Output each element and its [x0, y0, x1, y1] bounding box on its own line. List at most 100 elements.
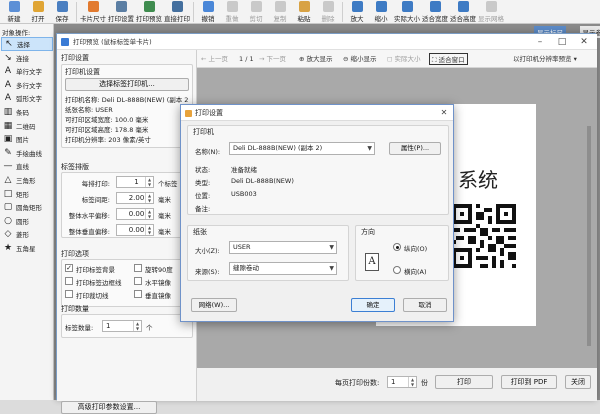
toolbar-button-8[interactable]: 重做: [220, 0, 244, 24]
type-label: 类型:: [195, 177, 210, 187]
minimize-icon[interactable]: –: [529, 34, 551, 50]
option-checkbox[interactable]: [65, 290, 73, 298]
maximize-icon[interactable]: □: [551, 34, 573, 50]
object-tool-14[interactable]: ◇菱形: [1, 227, 53, 241]
scrollbar[interactable]: [587, 126, 591, 346]
object-tool-9[interactable]: —直线: [1, 159, 53, 173]
toolbar-button-13[interactable]: 放大: [345, 0, 369, 24]
preview-mode-dropdown[interactable]: 以打印机分辨率预览 ▾: [513, 53, 577, 65]
prev-page-button[interactable]: ← 上一页: [201, 53, 228, 65]
layout-field-label: 标签间距:: [82, 194, 110, 204]
next-page-button[interactable]: → 下一页: [259, 53, 286, 65]
object-tool-label: 连接: [16, 53, 29, 63]
toolbar-label: 剪切: [250, 13, 263, 23]
toolbar-button-6[interactable]: 直接打印: [163, 0, 191, 24]
print-count-group: 标签数量: 1▲▼ 个: [61, 314, 193, 338]
option-checkbox[interactable]: [134, 264, 142, 272]
zoom-in-button[interactable]: ⊕ 放大显示: [299, 53, 333, 65]
toolbar-button-9[interactable]: 剪切: [244, 0, 268, 24]
toolbar-button-12[interactable]: 删除: [316, 0, 340, 24]
object-tool-2[interactable]: A单行文字: [1, 64, 53, 78]
object-tool-label: 三角形: [16, 175, 36, 185]
toolbar-button-10[interactable]: 复制: [268, 0, 292, 24]
label-count-spinner[interactable]: 1▲▼: [102, 320, 142, 332]
option-checkbox[interactable]: [134, 277, 142, 285]
advanced-settings-button[interactable]: 高级打印参数设置...: [61, 401, 157, 414]
toolbar-button-14[interactable]: 缩小: [369, 0, 393, 24]
toolbar-button-3[interactable]: 卡片尺寸: [79, 0, 107, 24]
toolbar-button-2[interactable]: 保存: [50, 0, 74, 24]
object-panel: 对象操作: ↖选择↘连接A单行文字A多行文字A弧形文字▥条码▦二维码▣图片✎手绘…: [0, 24, 54, 400]
cancel-button[interactable]: 取消: [403, 298, 447, 312]
layout-field-spinner[interactable]: 0.00▲▼: [116, 224, 154, 236]
portrait-page-icon: A: [365, 253, 379, 271]
toolbar-button-16[interactable]: 适合宽度: [421, 0, 449, 24]
object-tool-6[interactable]: ▦二维码: [1, 119, 53, 133]
printer-info-line: 打印机分辨率: 203 像素/英寸: [65, 134, 151, 144]
zoom-in-icon: [352, 1, 363, 12]
layout-field-spinner[interactable]: 2.00▲▼: [116, 192, 154, 204]
print-options-group: ✓打印标签背景旋转90度打印标签边框线水平镜像打印裁切线垂直镜像: [61, 259, 193, 307]
copies-spinner[interactable]: 1▲▼: [387, 376, 417, 388]
layout-field-unit: 毫米: [158, 210, 171, 220]
toolbar-button-0[interactable]: 新建: [2, 0, 26, 24]
toolbar-label: 放大: [351, 13, 364, 23]
toolbar-button-17[interactable]: 适合高度: [449, 0, 477, 24]
print-button[interactable]: 打印: [435, 375, 493, 389]
select-printer-button[interactable]: 选择标签打印机...: [65, 78, 189, 91]
object-panel-title: 对象操作:: [2, 27, 30, 37]
object-tool-1[interactable]: ↘连接: [1, 51, 53, 65]
object-tool-icon: ○: [3, 216, 13, 226]
printer-name-select[interactable]: Deli DL-888B(NEW) (副本 2)▼: [229, 142, 375, 155]
toolbar-button-1[interactable]: 打开: [26, 0, 50, 24]
layout-field-spinner[interactable]: 1▲▼: [116, 176, 154, 188]
spinner-arrows-icon: ▲▼: [145, 177, 153, 187]
toolbar-separator: [342, 2, 343, 22]
print-pdf-button[interactable]: 打印到 PDF: [501, 375, 557, 389]
option-checkbox[interactable]: [134, 290, 142, 298]
printer-info-line: 打印机名称: Deli DL-888B(NEW) (副本 2: [65, 94, 188, 104]
option-checkbox[interactable]: [65, 277, 73, 285]
paper-source-select[interactable]: 缝隙卷动▼: [229, 262, 337, 275]
type-value: Deli DL-888B(NEW): [231, 177, 294, 185]
toolbar-button-15[interactable]: 实际大小: [393, 0, 421, 24]
fit-window-button[interactable]: ⛶ 适合窗口: [429, 53, 468, 65]
properties-button[interactable]: 属性(P)...: [389, 142, 441, 155]
ok-button[interactable]: 确定: [351, 298, 395, 312]
object-tool-8[interactable]: ✎手绘曲线: [1, 146, 53, 160]
layout-field-unit: 毫米: [158, 226, 171, 236]
object-tool-4[interactable]: A弧形文字: [1, 91, 53, 105]
qr-code-icon: [452, 204, 516, 268]
paste-icon: [299, 1, 310, 12]
network-button[interactable]: 网络(W)...: [191, 298, 237, 312]
object-tool-11[interactable]: □矩形: [1, 187, 53, 201]
actual-size-button[interactable]: ◻ 实际大小: [387, 53, 420, 65]
object-tool-15[interactable]: ★五角星: [1, 241, 53, 255]
chevron-down-icon: ▾: [574, 55, 577, 63]
object-tool-icon: ▦: [3, 121, 13, 131]
close-window-icon[interactable]: ✕: [573, 34, 595, 50]
label-count-label: 标签数量:: [65, 322, 93, 332]
layout-field-spinner[interactable]: 0.00▲▼: [116, 208, 154, 220]
object-tool-0[interactable]: ↖选择: [1, 37, 53, 51]
toolbar-button-7[interactable]: 撤销: [196, 0, 220, 24]
paper-size-select[interactable]: USER▼: [229, 241, 337, 254]
object-tool-7[interactable]: ▣图片: [1, 132, 53, 146]
toolbar-button-18[interactable]: 显示网格: [477, 0, 505, 24]
close-preview-button[interactable]: 关闭: [565, 375, 591, 389]
object-tool-label: 菱形: [16, 229, 29, 239]
toolbar-button-4[interactable]: 打印设置: [107, 0, 135, 24]
zoom-out-button[interactable]: ⊖ 缩小显示: [343, 53, 377, 65]
portrait-radio[interactable]: [393, 243, 401, 251]
object-tool-10[interactable]: △三角形: [1, 173, 53, 187]
toolbar-button-11[interactable]: 粘贴: [292, 0, 316, 24]
object-tool-icon: ↖: [4, 39, 14, 49]
landscape-radio[interactable]: [393, 266, 401, 274]
object-tool-5[interactable]: ▥条码: [1, 105, 53, 119]
option-checkbox[interactable]: ✓: [65, 264, 73, 272]
object-tool-12[interactable]: ▢圆角矩形: [1, 200, 53, 214]
toolbar-button-5[interactable]: 打印预览: [135, 0, 163, 24]
dialog-close-icon[interactable]: ✕: [435, 105, 453, 121]
object-tool-3[interactable]: A多行文字: [1, 78, 53, 92]
object-tool-13[interactable]: ○圆形: [1, 214, 53, 228]
